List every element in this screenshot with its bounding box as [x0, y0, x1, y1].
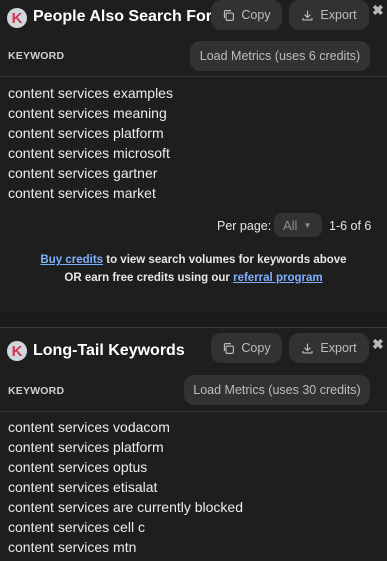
divider: [0, 411, 387, 412]
list-item: content services etisalat: [8, 479, 158, 495]
load-metrics-button[interactable]: Load Metrics (uses 6 credits): [190, 41, 370, 71]
keyword-list: content services examples content servic…: [8, 83, 173, 203]
list-item: content services meaning: [8, 105, 167, 121]
list-item: content services mtn: [8, 539, 137, 555]
list-item: content services microsoft: [8, 145, 170, 161]
list-item: content services cell c: [8, 519, 145, 535]
referral-line: OR earn free credits using our referral …: [64, 272, 323, 284]
panel-title: Long-Tail Keywords: [33, 342, 185, 359]
panel-separator: [0, 312, 387, 327]
list-item: content services are currently blocked: [8, 499, 243, 515]
per-page-label: Per page:: [217, 219, 272, 233]
keywords-everywhere-logo: K: [7, 8, 27, 28]
copy-button[interactable]: Copy: [211, 333, 282, 363]
download-icon: [302, 343, 313, 354]
list-item: content services platform: [8, 125, 164, 141]
referral-program-link[interactable]: referral program: [233, 272, 322, 284]
export-button[interactable]: Export: [289, 0, 369, 30]
panel-title: People Also Search For: [33, 8, 213, 25]
chevron-down-icon: ▼: [303, 220, 312, 230]
divider: [0, 76, 387, 77]
list-item: content services optus: [8, 459, 148, 475]
close-icon[interactable]: ✖: [372, 3, 384, 17]
copy-icon: [224, 342, 235, 354]
download-icon: [302, 10, 313, 21]
list-item: content services market: [8, 185, 156, 201]
close-icon[interactable]: ✖: [372, 337, 384, 351]
list-item: content services vodacom: [8, 419, 170, 435]
buy-credits-line: Buy credits to view search volumes for k…: [40, 254, 347, 266]
keyword-column-header: KEYWORD: [8, 385, 65, 397]
list-item: content services examples: [8, 85, 173, 101]
people-also-search-panel: K People Also Search For Copy Export ✖ K…: [0, 0, 387, 312]
per-page-select[interactable]: All ▼: [274, 213, 322, 237]
keywords-everywhere-logo: K: [7, 341, 27, 361]
long-tail-keywords-panel: K Long-Tail Keywords Copy Export ✖ KEYWO…: [0, 327, 387, 561]
copy-button[interactable]: Copy: [211, 0, 282, 30]
keyword-column-header: KEYWORD: [8, 50, 65, 62]
keyword-list: content services vodacom content service…: [8, 417, 243, 557]
load-metrics-button[interactable]: Load Metrics (uses 30 credits): [184, 375, 370, 405]
pagination-range: 1-6 of 6: [329, 219, 372, 233]
list-item: content services gartner: [8, 165, 158, 181]
export-button[interactable]: Export: [289, 333, 369, 363]
copy-icon: [224, 9, 235, 21]
list-item: content services platform: [8, 439, 164, 455]
buy-credits-link[interactable]: Buy credits: [40, 254, 103, 266]
